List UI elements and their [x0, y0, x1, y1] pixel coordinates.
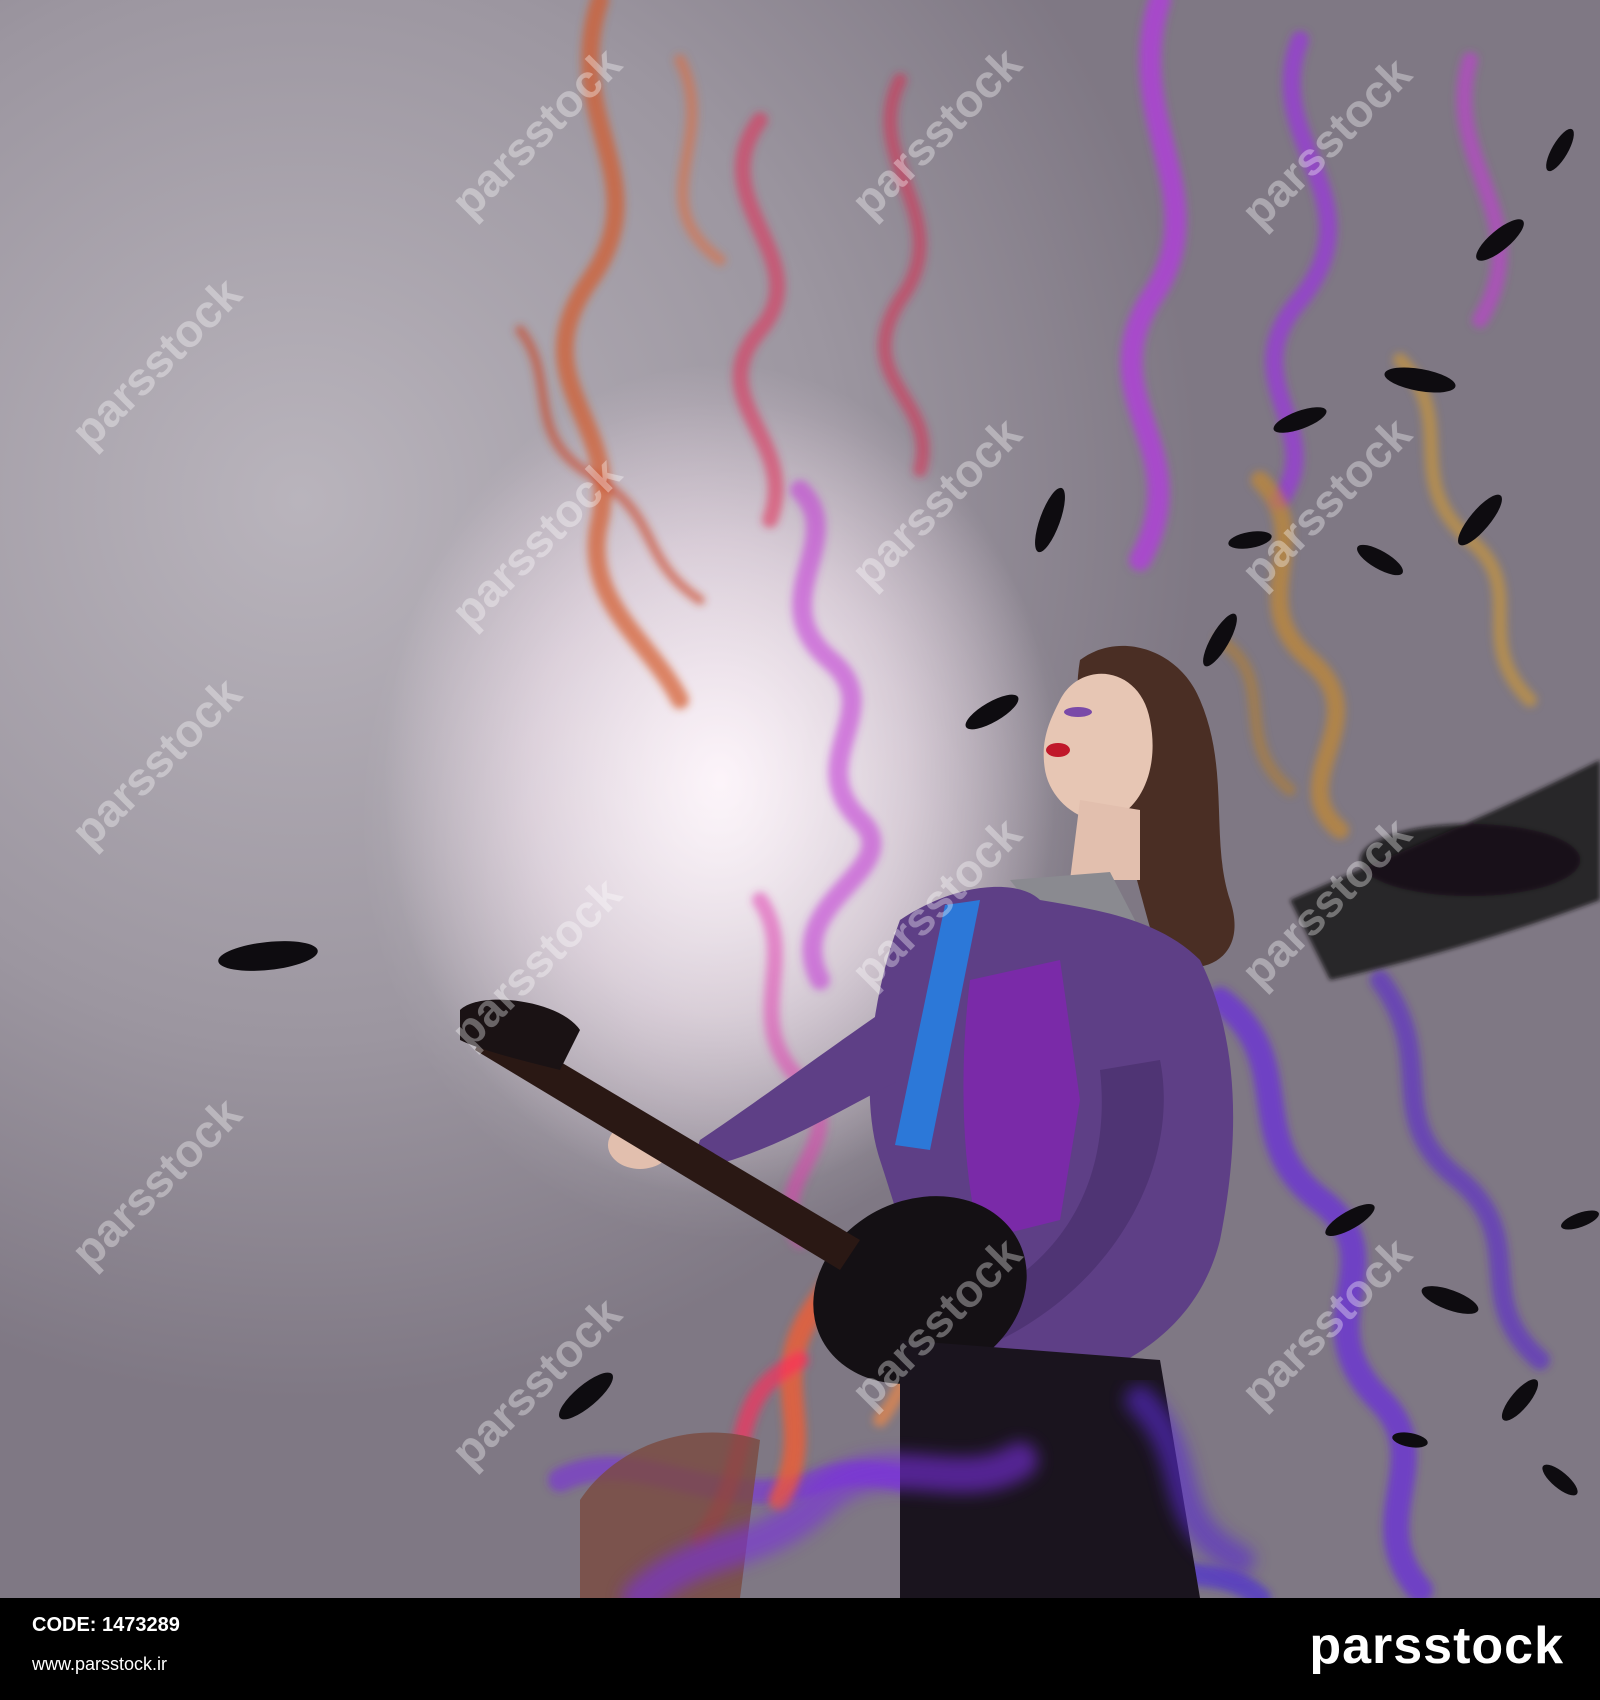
feather-icon — [1357, 544, 1403, 576]
feather-icon — [218, 941, 318, 971]
feather-icon — [559, 1372, 613, 1420]
photo-area: parsstock parsstock parsstock parsstock … — [0, 0, 1600, 1598]
eye — [1064, 707, 1092, 717]
lips — [1046, 743, 1070, 757]
image-code: CODE: 1473289 — [32, 1614, 180, 1637]
feather-icon — [1542, 1464, 1578, 1496]
neck — [1070, 800, 1140, 880]
scene-illustration — [218, 0, 1600, 1598]
feather-icon — [1421, 1286, 1479, 1314]
code-label: CODE: — [32, 1614, 97, 1636]
brand-logo: parsstock — [1309, 1617, 1564, 1675]
feather-icon — [1561, 1210, 1599, 1230]
gold-smoke — [1214, 353, 1537, 839]
corset — [963, 960, 1080, 1240]
footer-bar: CODE: 1473289 www.parsstock.ir parsstock — [0, 1598, 1600, 1700]
feather-icon — [1035, 487, 1065, 553]
stock-photo-page: parsstock parsstock parsstock parsstock … — [0, 0, 1600, 1700]
dark-splash — [1290, 760, 1600, 980]
feather-icon — [1501, 1379, 1539, 1421]
code-value: 1473289 — [102, 1614, 180, 1636]
feather-icon — [1546, 128, 1574, 172]
feather-icon — [1228, 531, 1272, 549]
site-url-link[interactable]: www.parsstock.ir — [32, 1654, 167, 1675]
